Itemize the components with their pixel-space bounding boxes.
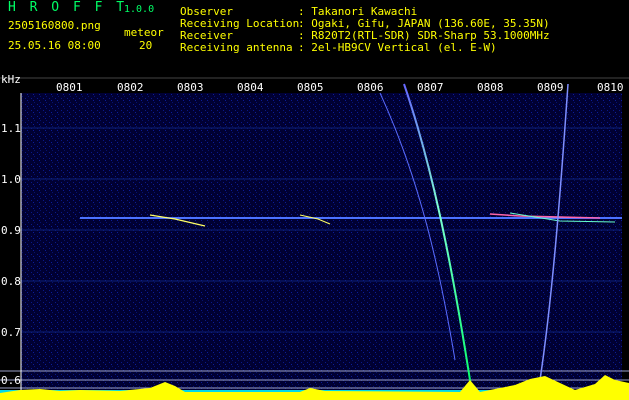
freq-tick-0-9: 0.9 [1, 224, 21, 237]
freq-axis-unit: kHz [1, 73, 21, 86]
time-tick-0803: 0803 [177, 81, 204, 94]
time-tick-0805: 0805 [297, 81, 324, 94]
time-tick-0808: 0808 [477, 81, 504, 94]
freq-tick-1-1: 1.1 [1, 122, 21, 135]
time-tick-0804: 0804 [237, 81, 264, 94]
time-tick-0801: 0801 [56, 81, 83, 94]
freq-tick-1-0: 1.0 [1, 173, 21, 186]
time-tick-0806: 0806 [357, 81, 384, 94]
spectrogram [0, 77, 629, 400]
time-tick-0810: 0810 [597, 81, 624, 94]
time-tick-0809: 0809 [537, 81, 564, 94]
freq-tick-0-6: 0.6 [1, 374, 21, 387]
time-tick-0807: 0807 [417, 81, 444, 94]
freq-tick-0-8: 0.8 [1, 275, 21, 288]
freq-tick-0-7: 0.7 [1, 326, 21, 339]
spectrogram-background [21, 93, 622, 393]
time-tick-0802: 0802 [117, 81, 144, 94]
